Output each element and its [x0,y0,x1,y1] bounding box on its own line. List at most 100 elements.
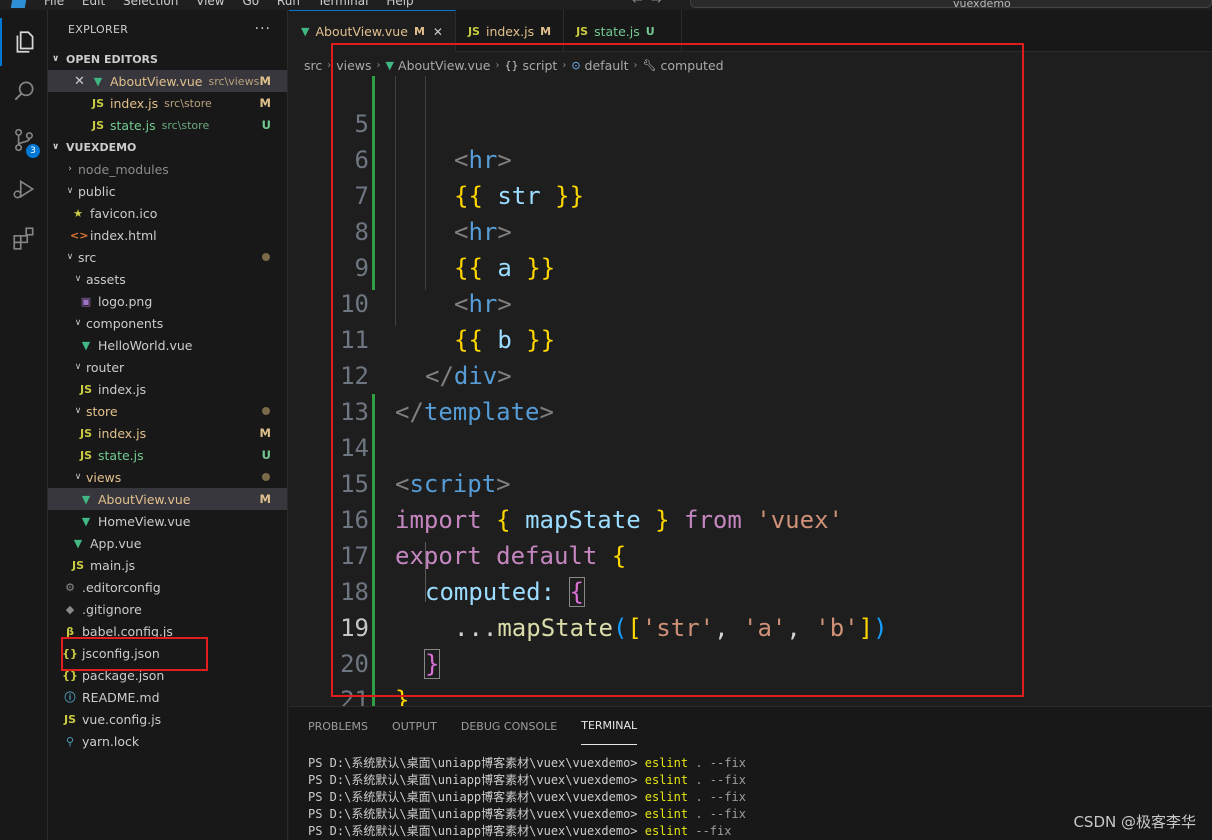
open-editor-name: AboutView.vue [110,73,203,89]
tree-file[interactable]: JS main.js [48,554,287,576]
git-icon: ◆ [65,602,75,616]
close-icon[interactable]: ✕ [74,74,90,89]
tree-file[interactable]: ◆ .gitignore [48,598,287,620]
menu-edit[interactable]: Edit [82,0,105,8]
close-icon[interactable]: ✕ [433,25,443,39]
activity-bar: 3 [0,10,48,840]
tree-file[interactable]: ▼ App.vue [48,532,287,554]
project-header[interactable]: ∨ VUEXDEMO [48,136,287,158]
file-tree: › node_modules ∨ public ★ favicon.ico <> ind… [48,158,287,752]
code-editor[interactable]: 5 <hr> 6 {{ str }} 7 <hr> 8 {{ a }} 9 <h… [289,76,1212,706]
git-status-badge: U [261,118,271,132]
tree-file[interactable]: ★ favicon.ico [48,202,287,224]
open-editor-item[interactable]: ✕ ▼ AboutView.vue src\views M [48,70,287,92]
run-debug-activity[interactable] [0,165,48,213]
tab-output[interactable]: OUTPUT [392,707,437,745]
more-actions-icon[interactable]: ··· [255,21,271,37]
highlight-annotation-box [61,637,208,671]
command-center-text: vuexdemo [953,0,1011,10]
breadcrumb-item[interactable]: src [304,58,322,73]
code-line: 7 <hr> [354,182,512,246]
tree-folder[interactable]: ∨ public [48,180,287,202]
tree-file[interactable]: JS vue.config.js [48,708,287,730]
modified-dot-icon [262,473,270,481]
tab-state-js[interactable]: JS state.js U [564,10,682,52]
tree-file[interactable]: ⓘ README.md [48,686,287,708]
code-line: 11 </div> [340,326,512,390]
tree-folder[interactable]: ∨ src [48,246,287,268]
watermark: CSDN @极客李华 [1073,813,1196,831]
code-line: 8 {{ a }} [354,218,556,282]
tree-folder[interactable]: ∨ store [48,400,287,422]
tree-file-selected[interactable]: ▼ AboutView.vue M [48,488,287,510]
explorer-activity[interactable] [0,18,48,66]
breadcrumb-item[interactable]: computed [661,58,724,73]
open-editor-name: state.js [110,117,156,133]
tree-file[interactable]: <> index.html [48,224,287,246]
js-file-icon: JS [467,24,480,38]
modified-dot-icon [262,253,270,261]
vue-file-icon: ▼ [81,492,91,506]
babel-file-icon: β [66,624,74,638]
code-line: 6 {{ str }} [354,146,585,210]
tree-file[interactable]: ▣ logo.png [48,290,287,312]
git-status-badge: M [259,426,271,440]
open-editor-item[interactable]: JS state.js src\store U [48,114,287,136]
vscode-logo-icon [10,0,28,8]
vue-file-icon: ▼ [81,514,91,528]
command-center-search[interactable]: vuexdemo [690,0,1212,10]
tree-file[interactable]: ▼ HomeView.vue [48,510,287,532]
menu-help[interactable]: Help [386,0,413,8]
breadcrumb-item[interactable]: AboutView.vue [398,58,490,73]
search-activity[interactable] [0,67,48,115]
open-editor-item[interactable]: JS index.js src\store M [48,92,287,114]
tree-folder[interactable]: › node_modules [48,158,287,180]
code-line: 20 } [340,650,410,706]
menu-view[interactable]: View [196,0,224,8]
js-file-icon: JS [79,448,92,462]
tab-problems[interactable]: PROBLEMS [308,707,368,745]
tree-file[interactable]: ⚙ .editorconfig [48,576,287,598]
chevron-right-icon: › [68,164,72,174]
js-file-icon: JS [63,712,76,726]
tab-index-js[interactable]: JS index.js M [456,10,565,52]
tree-file[interactable]: JS state.js U [48,444,287,466]
modified-dot-icon [262,407,270,415]
tree-folder[interactable]: ∨ components [48,312,287,334]
tree-folder[interactable]: ∨ router [48,356,287,378]
menu-run[interactable]: Run [277,0,300,8]
editor-tabs: ▼ AboutView.vue M ✕ JS index.js M JS sta… [289,10,1212,52]
info-icon: ⓘ [64,691,76,704]
menu-terminal[interactable]: Terminal [318,0,369,8]
tree-folder[interactable]: ∨ views [48,466,287,488]
menu-go[interactable]: Go [242,0,259,8]
git-status-badge: M [259,74,271,88]
extensions-activity[interactable] [0,214,48,262]
open-editors-header[interactable]: ∨ OPEN EDITORS [48,48,287,70]
tree-folder[interactable]: ∨ assets [48,268,287,290]
menu-items: File Edit Selection View Go Run Terminal… [44,0,428,8]
tree-file[interactable]: JS index.js M [48,422,287,444]
nav-arrows-icon[interactable]: ←→ [632,0,670,8]
code-line: 10 {{ b }} [340,290,556,354]
menu-selection[interactable]: Selection [123,0,178,8]
tab-aboutview[interactable]: ▼ AboutView.vue M ✕ [289,10,456,52]
breadcrumb-item[interactable]: views [336,58,371,73]
breadcrumb-item[interactable]: script [522,58,557,73]
search-icon [14,81,34,101]
js-file-icon: JS [91,96,104,110]
chevron-down-icon: ∨ [74,362,82,372]
code-line: 9 <hr> [354,254,512,318]
tree-file[interactable]: ▼ HelloWorld.vue [48,334,287,356]
menu-file[interactable]: File [44,0,64,8]
tree-file[interactable]: JS index.js [48,378,287,400]
source-control-activity[interactable]: 3 [0,116,48,164]
tab-debug-console[interactable]: DEBUG CONSOLE [461,707,557,745]
tab-terminal[interactable]: TERMINAL [581,707,638,745]
tree-file[interactable]: ⚲ yarn.lock [48,730,287,752]
explorer-header: EXPLORER ··· [48,10,287,48]
js-file-icon: JS [71,558,84,572]
code-line-current: 19 } [340,614,441,679]
code-line: 21 </script> [340,686,369,706]
breadcrumb-item[interactable]: default [585,58,629,73]
